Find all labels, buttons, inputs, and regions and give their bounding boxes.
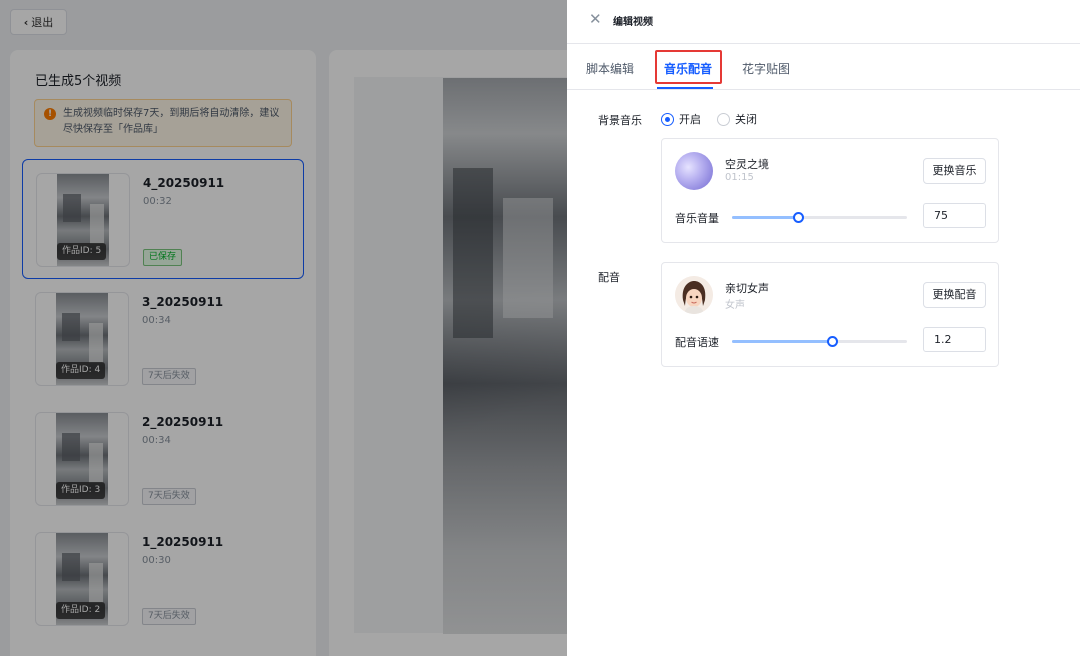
radio-unchecked-icon <box>717 112 730 126</box>
modal-overlay[interactable] <box>0 0 567 656</box>
voice-speed-slider[interactable] <box>732 336 907 347</box>
radio-checked-icon <box>661 112 674 126</box>
change-voice-button[interactable]: 更换配音 <box>923 282 986 308</box>
tab-music-voice[interactable]: 音乐配音 <box>664 60 712 77</box>
female-avatar-icon <box>675 276 713 314</box>
music-volume-label: 音乐音量 <box>675 212 719 225</box>
drawer-header: ✕ 编辑视频 <box>567 0 1080 44</box>
voice-speed-input[interactable]: 1.2 <box>923 327 986 352</box>
music-track-name: 空灵之境 <box>725 158 769 171</box>
music-track-duration: 01:15 <box>725 172 754 183</box>
voice-speed-handle[interactable] <box>826 336 838 347</box>
voice-speed-label: 配音语速 <box>675 336 719 349</box>
music-volume-handle[interactable] <box>792 212 804 223</box>
tab-text-stickers[interactable]: 花字贴图 <box>742 60 790 77</box>
voice-gender: 女声 <box>725 300 745 311</box>
bgm-on-radio[interactable]: 开启 <box>661 111 701 127</box>
active-tab-indicator <box>657 87 713 89</box>
edit-tabs: 脚本编辑 音乐配音 花字贴图 <box>567 44 1080 90</box>
voice-name: 亲切女声 <box>725 282 769 295</box>
music-cover-icon <box>675 152 713 190</box>
bgm-label: 背景音乐 <box>598 114 642 127</box>
bgm-on-label: 开启 <box>679 113 701 126</box>
voice-avatar <box>675 276 713 314</box>
voice-card: 亲切女声 女声 更换配音 配音语速 1.2 <box>661 262 999 367</box>
bgm-off-radio[interactable]: 关闭 <box>717 111 757 127</box>
close-icon[interactable]: ✕ <box>589 11 602 27</box>
edit-video-drawer: ✕ 编辑视频 脚本编辑 音乐配音 花字贴图 背景音乐 开启 关闭 空灵之境 01… <box>567 0 1080 656</box>
drawer-title: 编辑视频 <box>613 17 653 28</box>
music-volume-input[interactable]: 75 <box>923 203 986 228</box>
tab-script-edit[interactable]: 脚本编辑 <box>586 60 634 77</box>
change-music-button[interactable]: 更换音乐 <box>923 158 986 184</box>
music-volume-slider[interactable] <box>732 212 907 223</box>
bgm-card: 空灵之境 01:15 更换音乐 音乐音量 75 <box>661 138 999 243</box>
voice-label: 配音 <box>598 271 620 284</box>
music-volume-fill <box>732 216 798 219</box>
voice-speed-fill <box>732 340 832 343</box>
bgm-off-label: 关闭 <box>735 113 757 126</box>
